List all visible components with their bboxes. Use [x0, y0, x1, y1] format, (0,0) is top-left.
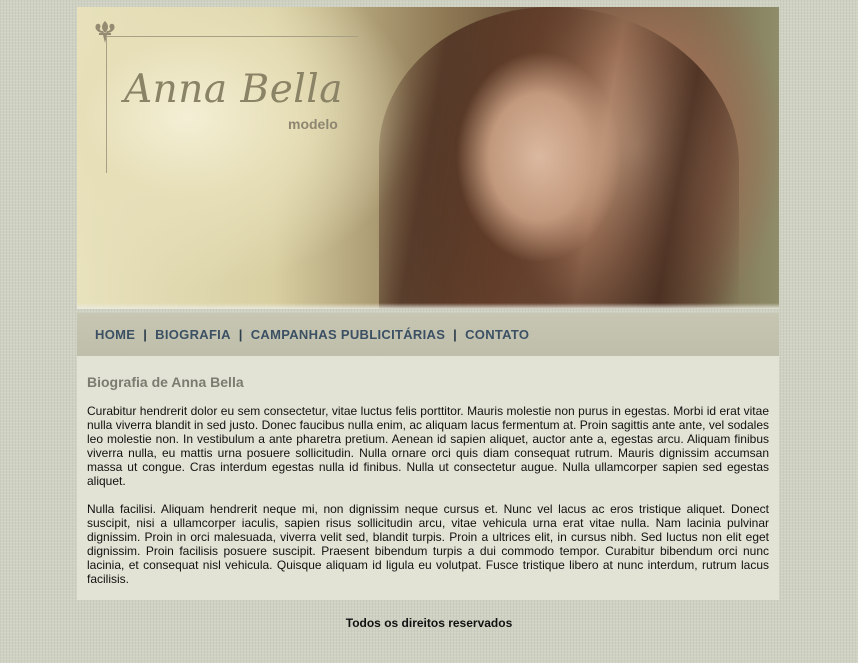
model-photo — [379, 7, 739, 309]
logo-horizontal-rule — [106, 36, 358, 37]
logo-name: Anna Bella — [124, 67, 343, 112]
nav-link-home[interactable]: HOME — [95, 327, 135, 342]
banner-bottom-edge — [77, 303, 779, 309]
footer-copyright: Todos os direitos reservados — [345, 616, 513, 630]
nav-separator: | — [238, 327, 243, 342]
nav-separator: | — [453, 327, 458, 342]
nav-link-biografia[interactable]: BIOGRAFIA — [155, 327, 231, 342]
logo-subtitle: modelo — [288, 116, 338, 132]
bio-paragraph-2: Nulla facilisi. Aliquam hendrerit neque … — [87, 502, 769, 586]
header-banner: Anna Bella modelo — [77, 7, 779, 309]
fleur-de-lis-icon — [95, 21, 115, 43]
nav-link-contato[interactable]: CONTATO — [465, 327, 529, 342]
main-navigation: HOME | BIOGRAFIA | CAMPANHAS PUBLICITÁRI… — [77, 313, 779, 356]
main-content: Biografia de Anna Bella Curabitur hendre… — [77, 356, 779, 600]
bio-paragraph-1: Curabitur hendrerit dolor eu sem consect… — [87, 404, 769, 488]
site-logo[interactable]: Anna Bella modelo — [90, 19, 370, 173]
page-container: Anna Bella modelo HOME | BIOGRAFIA | CAM… — [77, 7, 779, 600]
logo-vertical-rule — [106, 35, 107, 173]
nav-separator: | — [143, 327, 148, 342]
page-title: Biografia de Anna Bella — [87, 374, 244, 390]
nav-link-campanhas[interactable]: CAMPANHAS PUBLICITÁRIAS — [251, 327, 445, 342]
